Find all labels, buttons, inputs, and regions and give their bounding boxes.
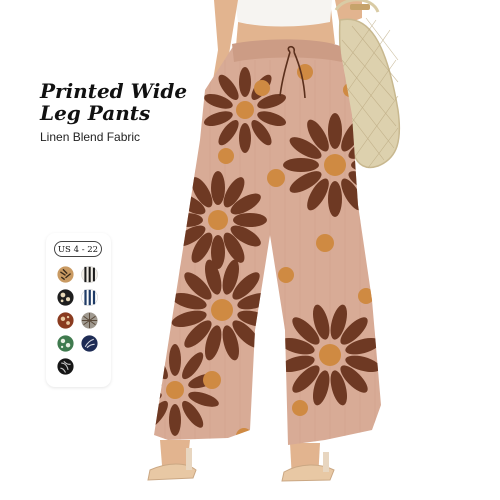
right-sandal-heel bbox=[323, 452, 329, 472]
swatch-tan-leaf[interactable] bbox=[57, 266, 74, 283]
swatch-green-floral[interactable] bbox=[57, 335, 74, 352]
product-subtitle: Linen Blend Fabric bbox=[40, 130, 141, 144]
white-crop-top bbox=[235, 0, 332, 27]
left-sandal-heel bbox=[186, 448, 192, 470]
product-title: Printed Wide Leg Pants bbox=[40, 79, 188, 125]
size-color-card: US 4 - 22 bbox=[46, 233, 111, 387]
swatch-navy-botanical[interactable] bbox=[81, 335, 98, 352]
bracelet bbox=[350, 4, 370, 10]
swatch-navy-white-stripe[interactable] bbox=[81, 289, 98, 306]
size-range-badge: US 4 - 22 bbox=[54, 241, 102, 257]
swatch-black-white-stripe[interactable] bbox=[81, 266, 98, 283]
swatch-black-leaf[interactable] bbox=[57, 358, 74, 375]
swatch-black-floral[interactable] bbox=[57, 289, 74, 306]
swatch-gray-plaid[interactable] bbox=[81, 312, 98, 329]
swatch-brown-floral[interactable] bbox=[57, 312, 74, 329]
